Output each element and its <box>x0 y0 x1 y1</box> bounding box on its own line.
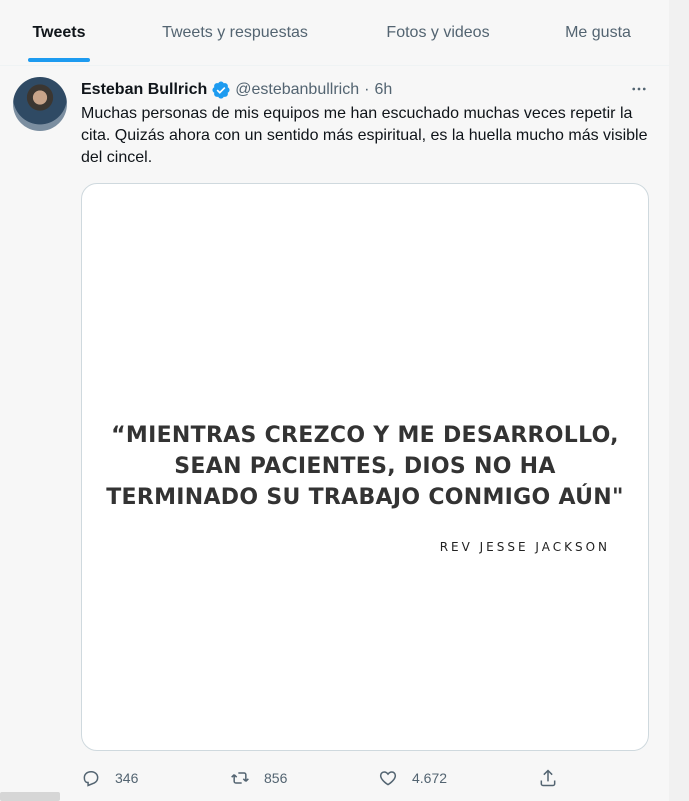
verified-badge-icon <box>212 81 230 99</box>
scroll-stub <box>0 792 60 801</box>
tab-tweets-label: Tweets <box>32 23 86 41</box>
avatar[interactable] <box>13 77 67 131</box>
author-name[interactable]: Esteban Bullrich <box>81 81 207 99</box>
tab-tweets[interactable]: Tweets <box>14 0 104 65</box>
tweet-time[interactable]: 6h <box>374 81 392 99</box>
tweet-text: Muchas personas de mis equipos me han es… <box>81 105 648 166</box>
more-icon[interactable] <box>628 78 650 100</box>
retweet-button[interactable]: 856 <box>230 766 287 790</box>
media-quote-author: REV JESSE JACKSON <box>439 540 610 554</box>
tab-me-gusta-label: Me gusta <box>565 23 631 41</box>
reply-icon <box>83 771 99 787</box>
tab-tweets-y-respuestas[interactable]: Tweets y respuestas <box>140 0 330 65</box>
like-count: 4.672 <box>412 770 448 786</box>
profile-tabs: Tweets Tweets y respuestas Fotos y video… <box>0 0 669 66</box>
tab-fotos-y-videos-label: Fotos y videos <box>386 23 490 41</box>
tab-tweets-y-respuestas-label: Tweets y respuestas <box>162 23 308 41</box>
tweet-media-image[interactable]: “MIENTRAS CREZCO Y ME DESARROLLO, SEAN P… <box>81 183 649 751</box>
author-handle[interactable]: @estebanbullrich <box>235 81 359 99</box>
like-button[interactable]: 4.672 <box>378 766 447 790</box>
retweet-count: 856 <box>264 770 288 786</box>
media-quote-text: “MIENTRAS CREZCO Y ME DESARROLLO, SEAN P… <box>106 423 624 510</box>
tweet-header: Esteban Bullrich @estebanbullrich · 6h <box>81 79 392 101</box>
page-scrollbar[interactable] <box>669 0 689 801</box>
header-separator: · <box>364 81 370 98</box>
tweet[interactable]: Esteban Bullrich @estebanbullrich · 6h M… <box>0 66 669 801</box>
tab-fotos-y-videos[interactable]: Fotos y videos <box>366 0 510 65</box>
share-icon <box>540 769 556 787</box>
active-tab-indicator <box>28 58 90 62</box>
reply-count: 346 <box>115 770 139 786</box>
retweet-icon <box>231 772 249 784</box>
like-icon <box>379 771 397 786</box>
share-button[interactable] <box>538 766 558 790</box>
tab-me-gusta[interactable]: Me gusta <box>548 0 648 65</box>
reply-button[interactable]: 346 <box>81 766 138 790</box>
tweet-actions: 346 856 4.672 <box>81 766 571 790</box>
